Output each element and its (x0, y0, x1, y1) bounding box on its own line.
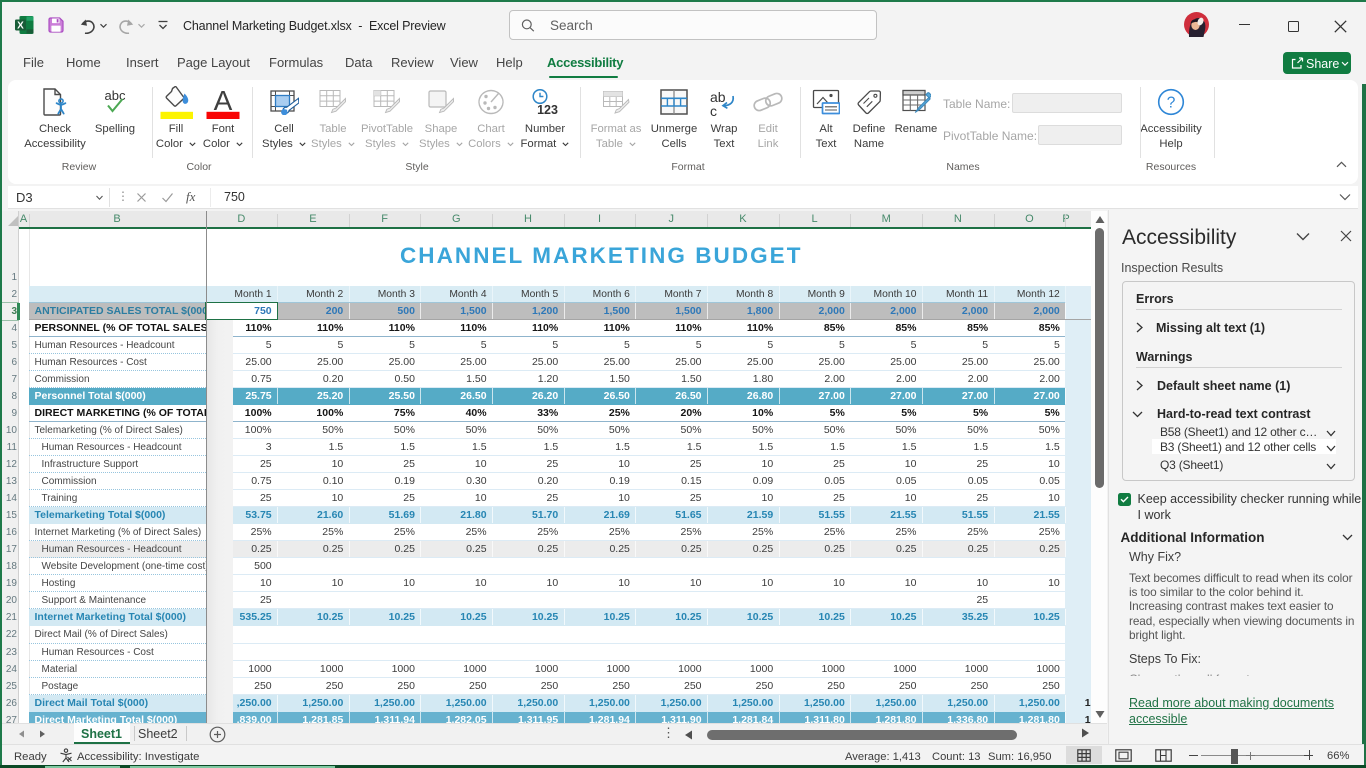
svg-text:A: A (214, 86, 233, 116)
svg-text:abc: abc (105, 89, 126, 103)
svg-text:123: 123 (537, 103, 558, 116)
svg-text:c: c (710, 103, 717, 116)
svg-text:X: X (17, 21, 24, 32)
svg-text:?: ? (1167, 95, 1176, 112)
